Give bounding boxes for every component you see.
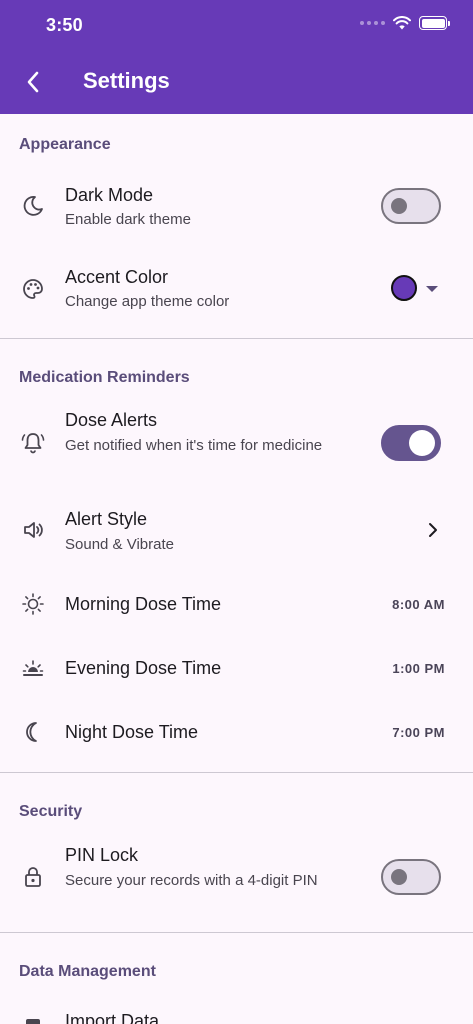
setting-dark-mode[interactable]: Dark Mode Enable dark theme: [0, 170, 473, 242]
pin-lock-title: PIN Lock: [65, 845, 139, 865]
morning-dose-time[interactable]: 8:00 AM: [392, 597, 445, 612]
speaker-icon: [20, 517, 46, 543]
section-header-reminders: Medication Reminders: [19, 369, 190, 386]
chevron-right-icon[interactable]: [425, 522, 441, 538]
toggle-knob: [391, 869, 407, 885]
alert-style-subtitle: Sound & Vibrate: [65, 536, 174, 553]
divider: [0, 772, 473, 773]
setting-pin-lock[interactable]: PIN Lock Secure your records with a 4-di…: [0, 836, 473, 924]
wifi-icon: [393, 16, 411, 30]
section-header-appearance: Appearance: [19, 136, 111, 153]
setting-morning-dose[interactable]: Morning Dose Time 8:00 AM: [0, 582, 473, 626]
alert-style-title: Alert Style: [65, 509, 148, 529]
setting-night-dose[interactable]: Night Dose Time 7:00 PM: [0, 710, 473, 754]
toggle-knob: [409, 430, 435, 456]
import-icon: [20, 1014, 46, 1024]
dark-mode-title: Dark Mode: [65, 185, 154, 205]
divider: [0, 338, 473, 339]
evening-dose-title: Evening Dose Time: [65, 658, 222, 678]
night-dose-time[interactable]: 7:00 PM: [392, 725, 445, 740]
sun-icon: [20, 591, 46, 617]
page-title: Settings: [83, 68, 170, 93]
divider: [0, 932, 473, 933]
dose-alerts-toggle[interactable]: [381, 425, 441, 461]
import-data-title: Import Data: [65, 1011, 160, 1024]
pin-lock-subtitle: Secure your records with a 4-digit PIN: [65, 872, 318, 889]
dropdown-caret-icon[interactable]: [426, 286, 438, 292]
toggle-knob: [391, 198, 407, 214]
sunset-icon: [20, 655, 46, 681]
bell-icon: [20, 430, 46, 456]
battery-icon: [419, 16, 450, 30]
cellular-signal-icon: [360, 21, 385, 25]
night-dose-title: Night Dose Time: [65, 722, 199, 742]
lock-icon: [20, 864, 46, 890]
palette-icon: [20, 276, 46, 302]
status-time: 3:50: [46, 15, 83, 35]
accent-color-subtitle: Change app theme color: [65, 293, 230, 310]
setting-import-data[interactable]: Import Data: [0, 1000, 473, 1024]
moon-icon: [20, 193, 46, 219]
dark-mode-subtitle: Enable dark theme: [65, 211, 191, 228]
setting-alert-style[interactable]: Alert Style Sound & Vibrate: [0, 500, 473, 564]
dark-mode-toggle[interactable]: [381, 188, 441, 224]
evening-dose-time[interactable]: 1:00 PM: [392, 661, 445, 676]
chevron-left-icon: [27, 71, 39, 93]
setting-dose-alerts[interactable]: Dose Alerts Get notified when it's time …: [0, 402, 473, 490]
setting-accent-color[interactable]: Accent Color Change app theme color: [0, 252, 473, 324]
app-bar: 3:50 Settings: [0, 0, 473, 114]
accent-color-swatch[interactable]: [391, 275, 417, 301]
section-header-data-management: Data Management: [19, 963, 156, 980]
morning-dose-title: Morning Dose Time: [65, 594, 222, 614]
accent-color-title: Accent Color: [65, 267, 169, 287]
dose-alerts-title: Dose Alerts: [65, 410, 158, 430]
setting-evening-dose[interactable]: Evening Dose Time 1:00 PM: [0, 646, 473, 690]
back-button[interactable]: [18, 66, 48, 98]
crescent-icon: [20, 719, 46, 745]
pin-lock-toggle[interactable]: [381, 859, 441, 895]
status-icons: [360, 16, 450, 30]
section-header-security: Security: [19, 803, 83, 820]
dose-alerts-subtitle: Get notified when it's time for medicine: [65, 437, 323, 454]
